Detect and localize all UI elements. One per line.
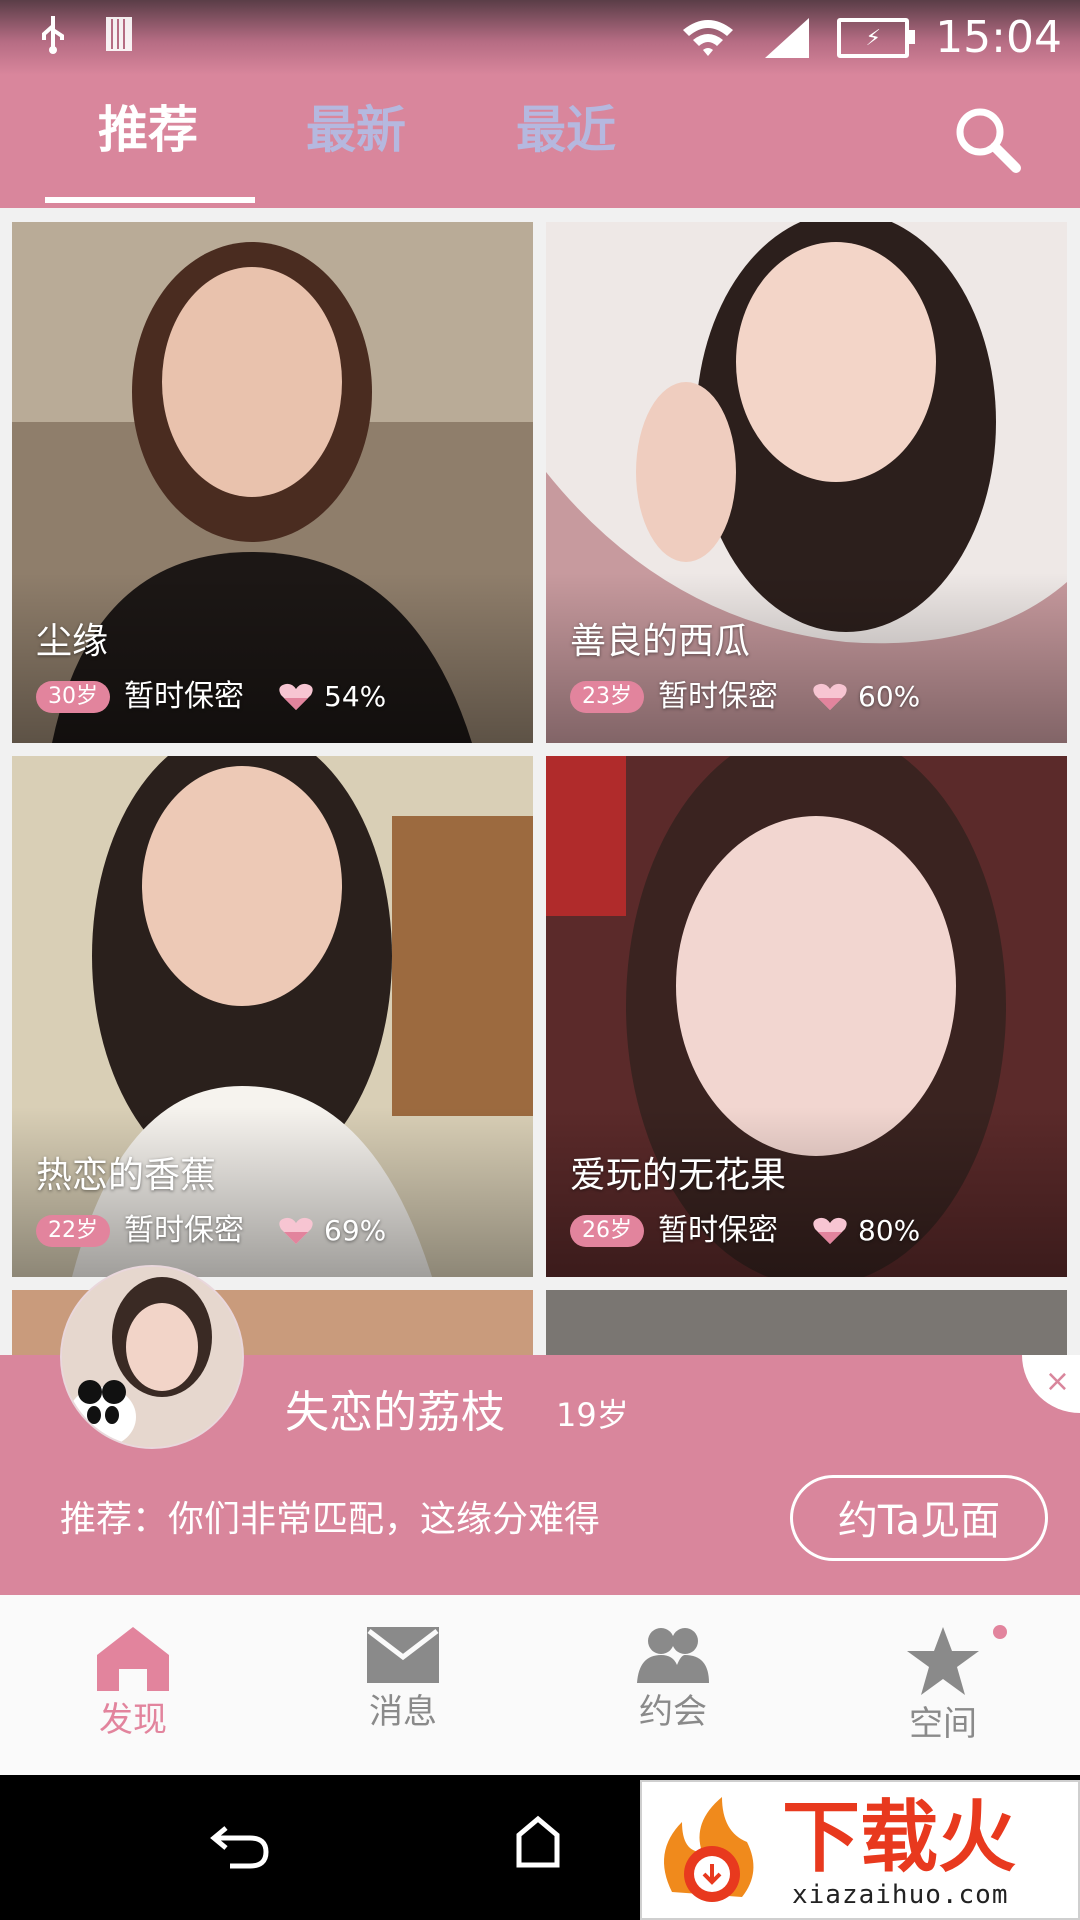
profile-meta: 22岁 暂时保密 69% bbox=[36, 1211, 386, 1251]
people-icon bbox=[637, 1628, 709, 1683]
profile-name: 热恋的香蕉 bbox=[36, 1155, 217, 1196]
profile-card[interactable]: 尘缘 30岁 暂时保密 54% bbox=[12, 222, 533, 743]
nav-label: 空间 bbox=[909, 1704, 977, 1744]
profile-meta: 30岁 暂时保密 54% bbox=[36, 677, 386, 717]
heart-icon bbox=[813, 683, 847, 710]
profile-meta: 26岁 暂时保密 80% bbox=[570, 1211, 920, 1251]
star-icon bbox=[907, 1627, 979, 1695]
profile-grid: 尘缘 30岁 暂时保密 54% 善良的西瓜 23岁 暂时保密 60% 热恋的香蕉… bbox=[0, 208, 1080, 1358]
profile-name: 爱玩的无花果 bbox=[570, 1155, 787, 1196]
nav-space[interactable]: 空间 bbox=[868, 1625, 1018, 1747]
watermark: 下载火 xiazaihuo.com bbox=[640, 1780, 1080, 1920]
nav-discover[interactable]: 发现 bbox=[58, 1625, 208, 1743]
match-percent: 80% bbox=[858, 1214, 921, 1247]
close-icon[interactable]: × bbox=[1022, 1355, 1080, 1413]
signal-icon bbox=[765, 18, 810, 58]
active-tab-indicator bbox=[45, 197, 255, 203]
top-tab-bar: 推荐 最新 最近 bbox=[0, 75, 1080, 208]
home-icon bbox=[97, 1627, 169, 1691]
popup-recommend-text: 推荐：你们非常匹配，这缘分难得 bbox=[60, 1499, 601, 1540]
popup-age: 19岁 bbox=[556, 1396, 629, 1434]
flame-logo-icon bbox=[664, 1797, 754, 1902]
nav-dating[interactable]: 约会 bbox=[598, 1625, 748, 1735]
match-percent: 54% bbox=[324, 680, 387, 713]
heart-icon bbox=[279, 683, 313, 710]
tab-recommend[interactable]: 推荐 bbox=[98, 95, 198, 165]
bottom-nav: 发现 消息 约会 空间 bbox=[0, 1595, 1080, 1775]
date-button[interactable]: 约Ta见面 bbox=[790, 1475, 1048, 1561]
usb-icon bbox=[42, 16, 64, 54]
watermark-text: 下载火 bbox=[782, 1793, 1017, 1883]
tab-nearby[interactable]: 最近 bbox=[516, 95, 616, 165]
profile-meta: 23岁 暂时保密 60% bbox=[570, 677, 920, 717]
wifi-icon bbox=[683, 20, 734, 56]
age-badge: 26岁 bbox=[570, 1215, 644, 1247]
age-badge: 30岁 bbox=[36, 681, 110, 713]
sd-card-icon bbox=[106, 17, 132, 51]
profile-card[interactable]: 善良的西瓜 23岁 暂时保密 60% bbox=[546, 222, 1067, 743]
match-percent: 69% bbox=[324, 1214, 387, 1247]
clock: 15:04 bbox=[935, 12, 1062, 63]
avatar-photo bbox=[62, 1267, 242, 1447]
tab-latest[interactable]: 最新 bbox=[306, 95, 406, 165]
watermark-url: xiazaihuo.com bbox=[792, 1880, 1009, 1910]
back-icon[interactable] bbox=[210, 1820, 270, 1870]
nav-label: 消息 bbox=[369, 1692, 437, 1732]
profile-info: 暂时保密 bbox=[124, 679, 244, 714]
profile-name: 尘缘 bbox=[36, 621, 109, 662]
profile-card[interactable]: 爱玩的无花果 26岁 暂时保密 80% bbox=[546, 756, 1067, 1277]
avatar[interactable] bbox=[60, 1265, 244, 1449]
age-badge: 23岁 bbox=[570, 681, 644, 713]
status-bar: ⚡ 15:04 bbox=[0, 0, 1080, 75]
search-icon[interactable] bbox=[950, 102, 1024, 176]
match-percent: 60% bbox=[858, 680, 921, 713]
nav-label: 发现 bbox=[99, 1700, 167, 1740]
mail-icon bbox=[367, 1627, 439, 1683]
profile-info: 暂时保密 bbox=[124, 1213, 244, 1248]
profile-card[interactable] bbox=[546, 1290, 1067, 1358]
heart-icon bbox=[279, 1217, 313, 1244]
age-badge: 22岁 bbox=[36, 1215, 110, 1247]
profile-card[interactable]: 热恋的香蕉 22岁 暂时保密 69% bbox=[12, 756, 533, 1277]
nav-label: 约会 bbox=[639, 1692, 707, 1732]
nav-messages[interactable]: 消息 bbox=[328, 1625, 478, 1735]
popup-name: 失恋的荔枝 bbox=[285, 1387, 505, 1438]
profile-name: 善良的西瓜 bbox=[570, 621, 751, 662]
home-nav-icon[interactable] bbox=[515, 1815, 561, 1869]
profile-info: 暂时保密 bbox=[658, 679, 778, 714]
heart-icon bbox=[813, 1217, 847, 1244]
profile-info: 暂时保密 bbox=[658, 1213, 778, 1248]
battery-icon: ⚡ bbox=[837, 18, 916, 58]
notification-dot bbox=[993, 1625, 1007, 1639]
